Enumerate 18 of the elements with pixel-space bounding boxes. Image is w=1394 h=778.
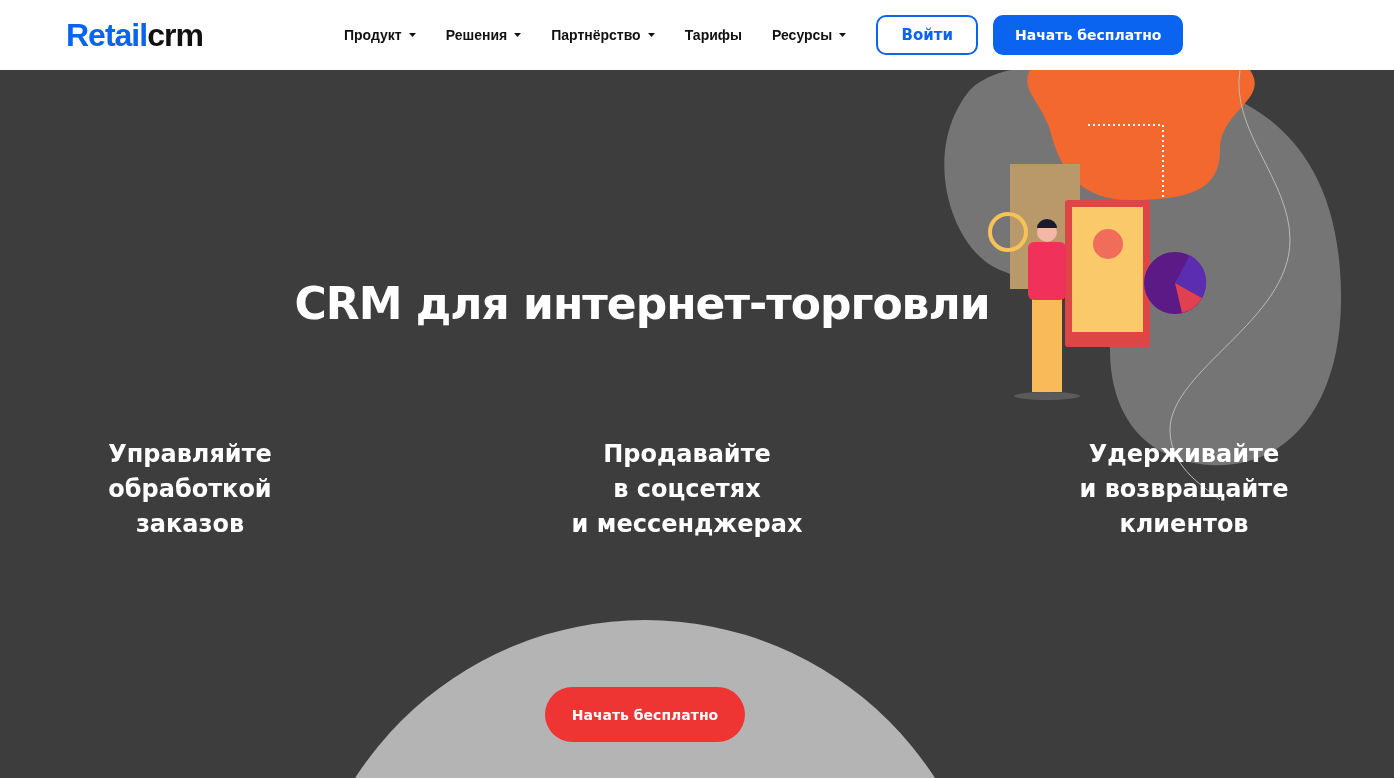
nav-link[interactable]: Ресурсы [772, 27, 847, 43]
nav-link[interactable]: Продукт [344, 27, 416, 43]
nav-link[interactable]: Партнёрство [551, 27, 655, 43]
cta-button[interactable]: Начать бесплатно [545, 687, 745, 742]
logo-brand-text[interactable]: Retail [66, 16, 148, 53]
caret-icon [647, 33, 655, 37]
start-button[interactable]: Начать бесплатно [993, 15, 1184, 55]
hero-title: CRM для интернет-торговли [294, 278, 990, 329]
feature-text: Удерживайте и возвращайте клиентов [1078, 439, 1290, 540]
feature-text: Управляйте обработкой заказов [107, 439, 273, 540]
logo-product-text[interactable]: crm [147, 16, 203, 53]
caret-icon [514, 33, 522, 37]
nav-link[interactable]: Тарифы [684, 27, 742, 43]
caret-icon [408, 33, 416, 37]
feature-text: Продавайте в соцсетях и мессенджерах [570, 439, 804, 540]
login-button[interactable]: Войти [876, 15, 979, 55]
caret-icon [839, 33, 847, 37]
nav-link[interactable]: Решения [445, 27, 522, 43]
